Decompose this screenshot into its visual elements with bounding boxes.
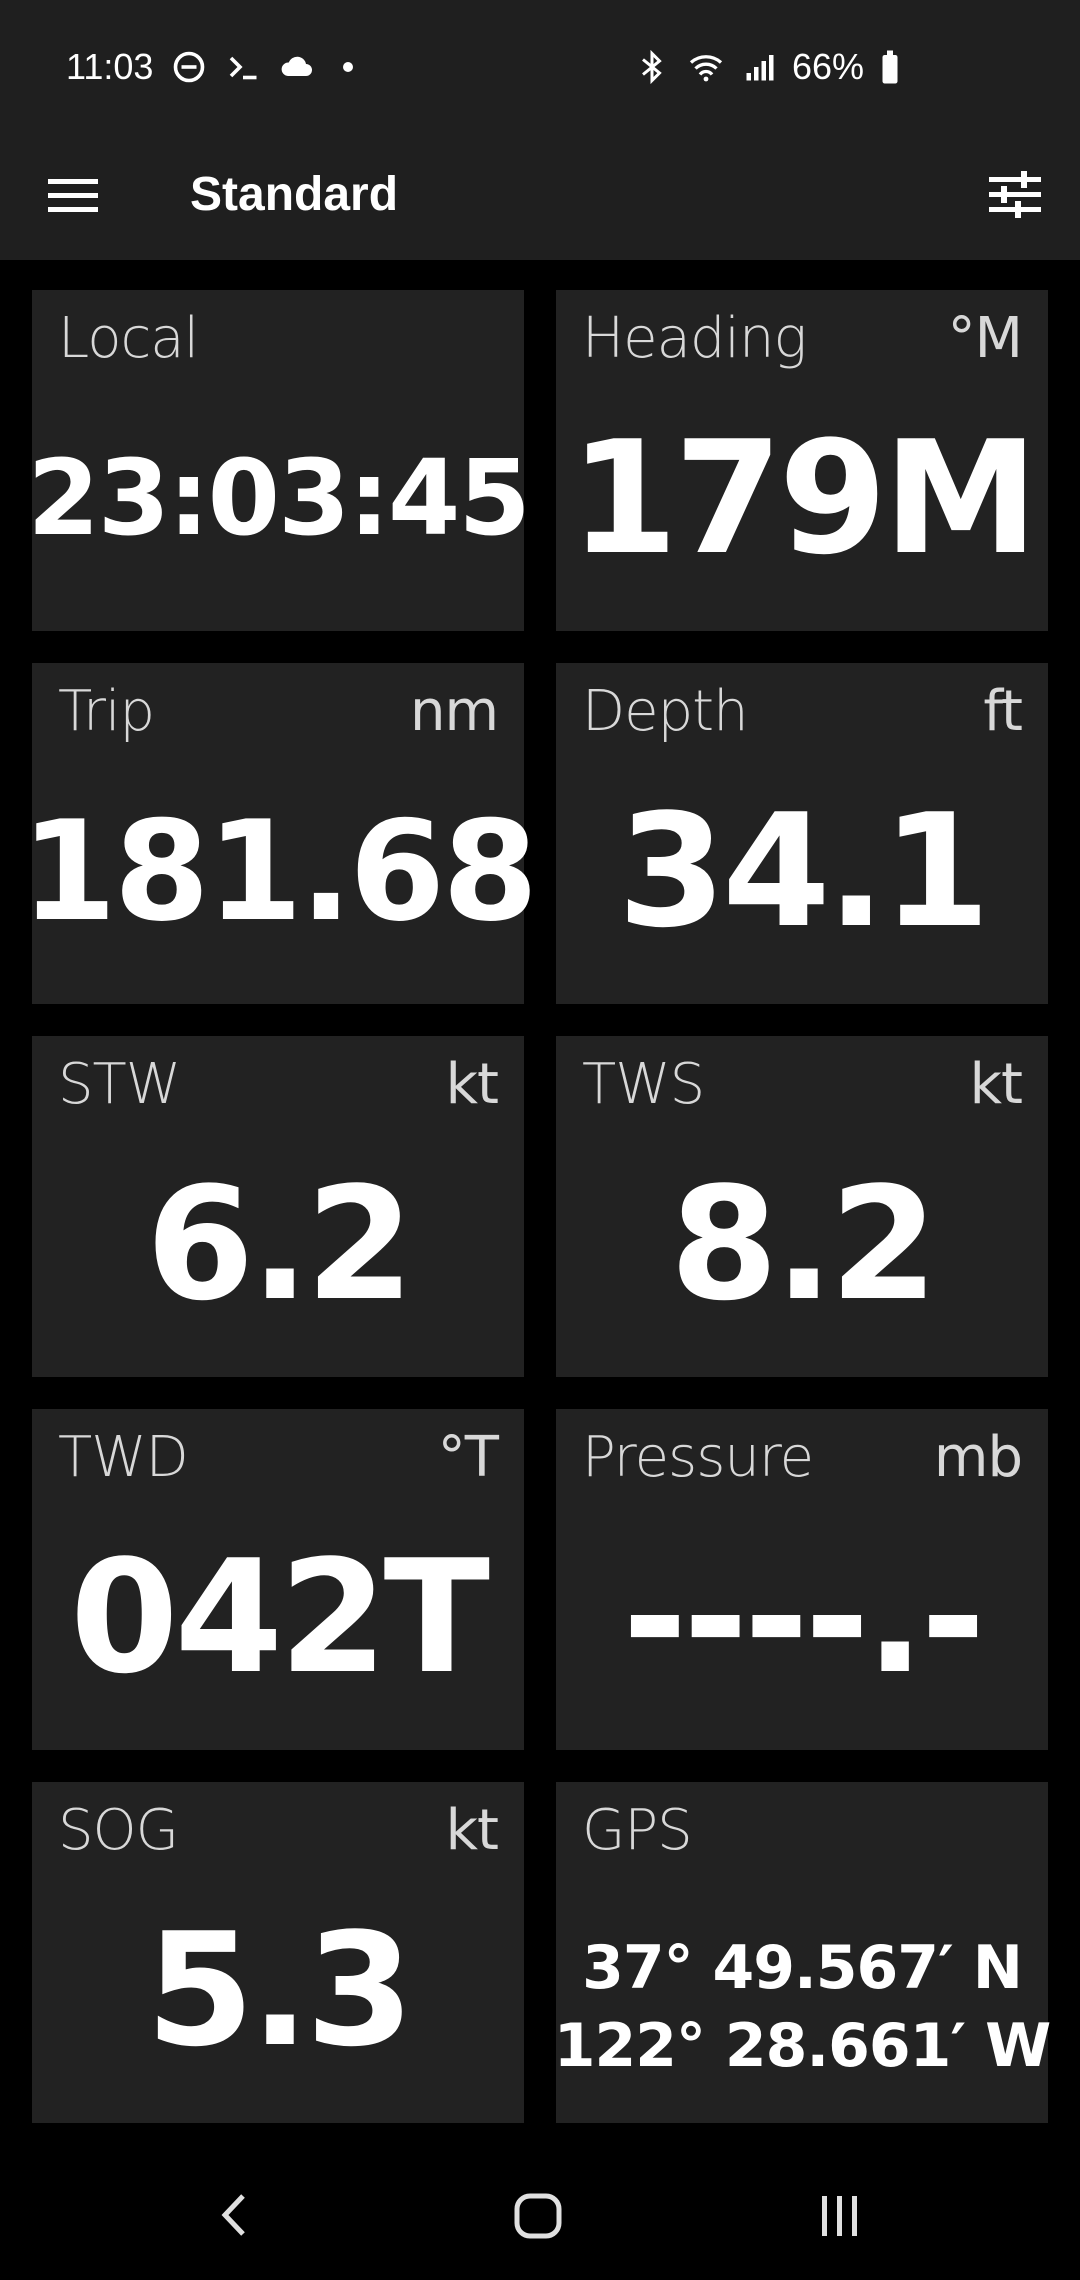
- hamburger-menu-icon: [48, 179, 98, 212]
- status-time: 11:03: [66, 46, 154, 87]
- tile-value: 6.2: [145, 1153, 414, 1335]
- nav-recents-button[interactable]: [800, 2175, 880, 2255]
- tile-label: SOG: [58, 1798, 179, 1863]
- tile-value: 5.3: [145, 1899, 414, 2081]
- tile-heading[interactable]: Heading °M 179M: [556, 290, 1048, 631]
- notification-dot: [343, 62, 354, 72]
- tile-unit: kt: [445, 1052, 499, 1117]
- tile-value: 181.68: [20, 790, 539, 952]
- tile-label: TWS: [582, 1052, 705, 1117]
- menu-button[interactable]: [42, 165, 104, 225]
- tile-label: TWD: [58, 1425, 189, 1490]
- bluetooth-icon: [634, 49, 670, 85]
- cloud-icon: [279, 49, 315, 85]
- tile-value: 179M: [569, 407, 1039, 589]
- dnd-icon: [171, 49, 207, 85]
- tile-depth[interactable]: Depth ft 34.1: [556, 663, 1048, 1004]
- home-icon: [514, 2193, 562, 2239]
- tile-sog[interactable]: SOG kt 5.3: [32, 1782, 524, 2123]
- tile-unit: °T: [437, 1425, 499, 1490]
- terminal-icon: [225, 49, 261, 85]
- tile-local-time[interactable]: Local 23:03:45: [27, 290, 531, 631]
- tile-tws[interactable]: TWS kt 8.2: [556, 1036, 1048, 1377]
- tile-value: 23:03:45: [27, 437, 530, 559]
- tile-label: Trip: [58, 679, 155, 744]
- tile-label: GPS: [582, 1798, 693, 1863]
- status-left: 11:03: [66, 46, 354, 88]
- tile-pressure[interactable]: Pressure mb ----.-: [556, 1409, 1048, 1750]
- status-right: 66%: [634, 46, 902, 88]
- tile-trip[interactable]: Trip nm 181.68: [20, 663, 539, 1004]
- tile-value: 042T: [69, 1526, 490, 1708]
- tile-unit: °M: [947, 306, 1023, 371]
- tile-value: 34.1: [617, 780, 991, 962]
- tile-value: 8.2: [669, 1153, 938, 1335]
- nav-home-button[interactable]: [498, 2175, 578, 2255]
- app-bar: Standard: [0, 130, 1080, 260]
- tile-label: STW: [58, 1052, 181, 1117]
- tile-unit: mb: [933, 1425, 1023, 1490]
- settings-button[interactable]: [980, 160, 1050, 230]
- battery-icon: [878, 49, 902, 85]
- back-icon: [221, 2194, 245, 2236]
- tile-unit: nm: [409, 679, 499, 744]
- gps-longitude: 122° 28.661′ W: [553, 2011, 1052, 2081]
- gps-value: 37° 49.567′ N 122° 28.661′ W: [553, 1907, 1052, 2107]
- tile-label: Heading: [582, 306, 807, 371]
- recents-icon: [822, 2196, 857, 2236]
- tile-label: Pressure: [582, 1425, 814, 1490]
- tile-gps[interactable]: GPS 37° 49.567′ N 122° 28.661′ W: [553, 1782, 1052, 2123]
- status-bar: 11:03 66%: [0, 0, 1080, 130]
- nav-back-button[interactable]: [195, 2175, 275, 2255]
- tile-unit: kt: [445, 1798, 499, 1863]
- tile-unit: kt: [969, 1052, 1023, 1117]
- tune-icon: [989, 171, 1041, 218]
- signal-icon: [742, 49, 778, 85]
- page-title: Standard: [190, 168, 399, 221]
- wifi-icon: [684, 49, 728, 85]
- tile-unit: ft: [983, 679, 1023, 744]
- battery-percent: 66%: [791, 46, 864, 87]
- tile-label: Local: [58, 306, 199, 371]
- tile-stw[interactable]: STW kt 6.2: [32, 1036, 524, 1377]
- tile-label: Depth: [582, 679, 749, 744]
- gps-latitude: 37° 49.567′ N: [582, 1933, 1023, 2003]
- tile-twd[interactable]: TWD °T 042T: [32, 1409, 524, 1750]
- system-nav-bar: [0, 2145, 1080, 2280]
- tile-value: ----.-: [622, 1526, 986, 1708]
